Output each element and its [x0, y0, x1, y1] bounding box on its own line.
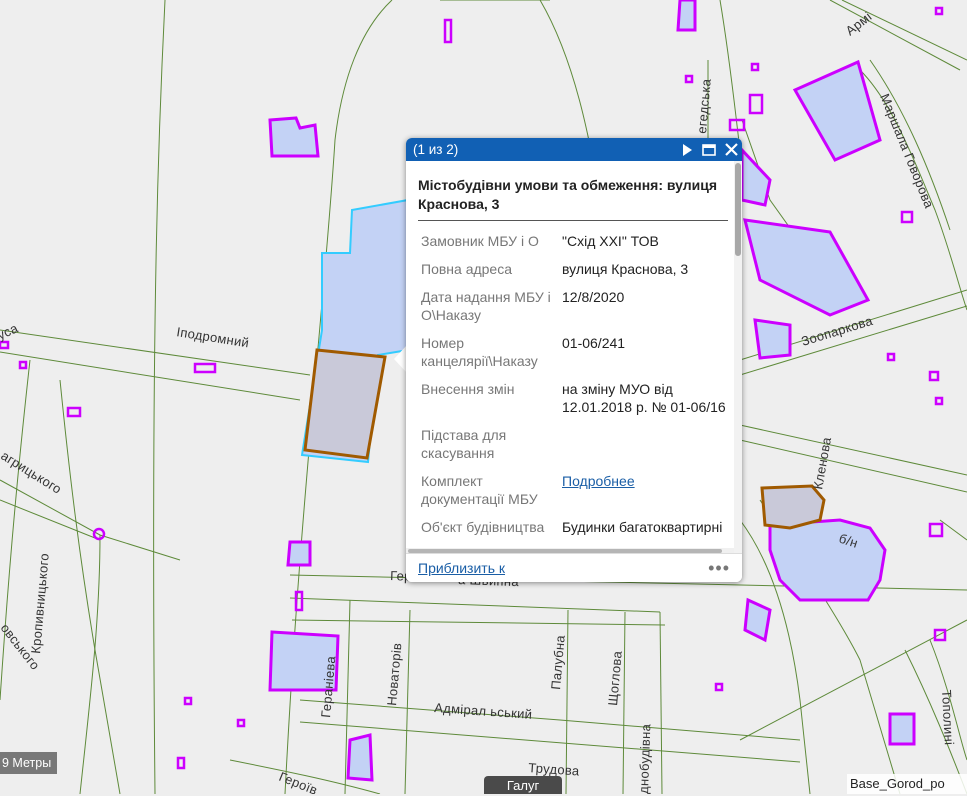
attribute-table: Замовник МБУ і О "Схід XXI" ТОВ Повна ад…: [418, 227, 730, 541]
attribute-key: Підстава для скасування: [421, 427, 507, 461]
attribution-text: Base_Gorod_po: [847, 774, 967, 794]
attribute-key: Об'єкт будівництва: [421, 519, 545, 535]
attribute-row: Об'єкт будівництва Будинки багатоквартир…: [418, 513, 730, 541]
attribute-row: Внесення змін на зміну МУО від 12.01.201…: [418, 375, 730, 421]
attribute-key: Замовник МБУ і О: [421, 233, 539, 249]
popup-header: (1 из 2): [406, 138, 742, 161]
more-actions-button[interactable]: •••: [708, 558, 730, 579]
popup-footer: Приблизить к •••: [406, 553, 742, 582]
attribute-value: Будинки багатоквартирні: [562, 519, 723, 535]
feature-popup[interactable]: (1 из 2) Містобудівни умови та обмеження…: [406, 138, 742, 582]
next-feature-button[interactable]: [676, 138, 698, 161]
attribute-value: 12/8/2020: [562, 289, 625, 305]
maximize-button[interactable]: [698, 138, 720, 161]
close-icon: [724, 143, 738, 156]
highlight-parcel: [760, 484, 826, 530]
maximize-icon: [702, 143, 716, 156]
close-button[interactable]: [720, 138, 742, 161]
attribute-row: Замовник МБУ і О "Схід XXI" ТОВ: [418, 227, 730, 255]
popup-feature-count: (1 из 2): [413, 142, 459, 157]
popup-title: Містобудівни умови та обмеження: вулиця …: [418, 176, 728, 221]
attribute-row: Комплект документації МБУ Подробнее: [418, 467, 730, 513]
attribute-key: Внесення змін: [421, 381, 515, 397]
documentation-link[interactable]: Подробнее: [562, 473, 635, 489]
attribute-key: Комплект документації МБУ: [421, 473, 538, 507]
attribute-row: Дата надання МБУ і О\Наказу 12/8/2020: [418, 283, 730, 329]
attribute-key: Дата надання МБУ і О\Наказу: [421, 289, 551, 323]
attribute-row: Повна адреса вулиця Краснова, 3: [418, 255, 730, 283]
zoom-to-link[interactable]: Приблизить к: [418, 560, 708, 576]
attribute-row: Підстава для скасування: [418, 421, 730, 467]
attribute-value-cell: Подробнее: [559, 467, 730, 513]
attribute-key: Повна адреса: [421, 261, 513, 277]
scale-bar: 9 Метры: [0, 752, 58, 774]
street-label-topolyni: Тополині: [939, 689, 957, 745]
popup-vertical-scroll-thumb[interactable]: [735, 163, 741, 256]
play-icon: [683, 143, 692, 156]
street-label-dnobudivna: днобудівна: [636, 723, 653, 794]
attribute-value: 01-06/241: [562, 335, 626, 351]
attribute-value: вулиця Краснова, 3: [562, 261, 689, 277]
attribute-value: [559, 421, 730, 467]
popup-content[interactable]: Містобудівни умови та обмеження: вулиця …: [406, 161, 742, 548]
attribute-value: на зміну МУО від 12.01.2018 р. № 01-06/1…: [562, 381, 726, 415]
attribute-value: "Схід XXI" ТОВ: [562, 233, 659, 249]
bottom-panel-button[interactable]: Галуг: [484, 776, 562, 794]
attribute-row: Номер канцелярії\Наказу 01-06/241: [418, 329, 730, 375]
attribute-key: Номер канцелярії\Наказу: [421, 335, 538, 369]
